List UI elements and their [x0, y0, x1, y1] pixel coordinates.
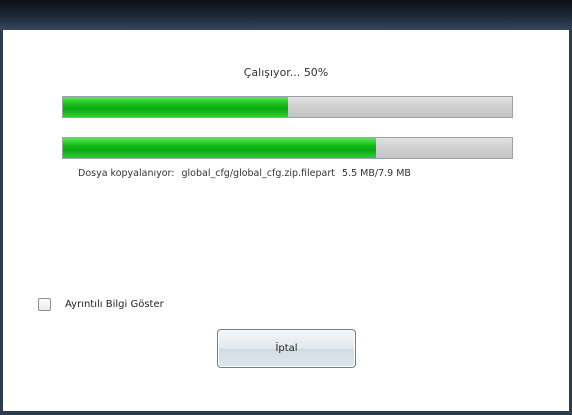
file-progress-fill — [63, 138, 376, 158]
file-progress-bar — [62, 137, 513, 159]
file-copy-status: Dosya kopyalanıyor: global_cfg/global_cf… — [78, 168, 411, 179]
file-copy-label: Dosya kopyalanıyor: — [78, 168, 175, 179]
details-toggle[interactable]: Ayrıntılı Bilgi Göster — [38, 296, 164, 312]
status-text: Çalışıyor... 50% — [0, 66, 572, 79]
title-bar[interactable] — [0, 0, 572, 30]
overall-progress-bar — [62, 96, 513, 118]
window-border-bottom — [0, 411, 572, 415]
status-label: Çalışıyor... — [243, 66, 301, 79]
file-size: 5.5 MB/7.9 MB — [342, 168, 411, 179]
progress-dialog: Çalışıyor... 50% Dosya kopyalanıyor: glo… — [0, 0, 572, 415]
file-path: global_cfg/global_cfg.zip.filepart — [181, 168, 336, 179]
overall-progress-fill — [63, 97, 288, 117]
details-checkbox[interactable] — [38, 297, 51, 311]
details-checkbox-label[interactable]: Ayrıntılı Bilgi Göster — [65, 299, 164, 310]
status-percent: 50% — [303, 66, 329, 79]
cancel-button[interactable]: İptal — [217, 329, 356, 368]
cancel-button-label: İptal — [275, 343, 298, 354]
window-border-left — [0, 30, 3, 415]
